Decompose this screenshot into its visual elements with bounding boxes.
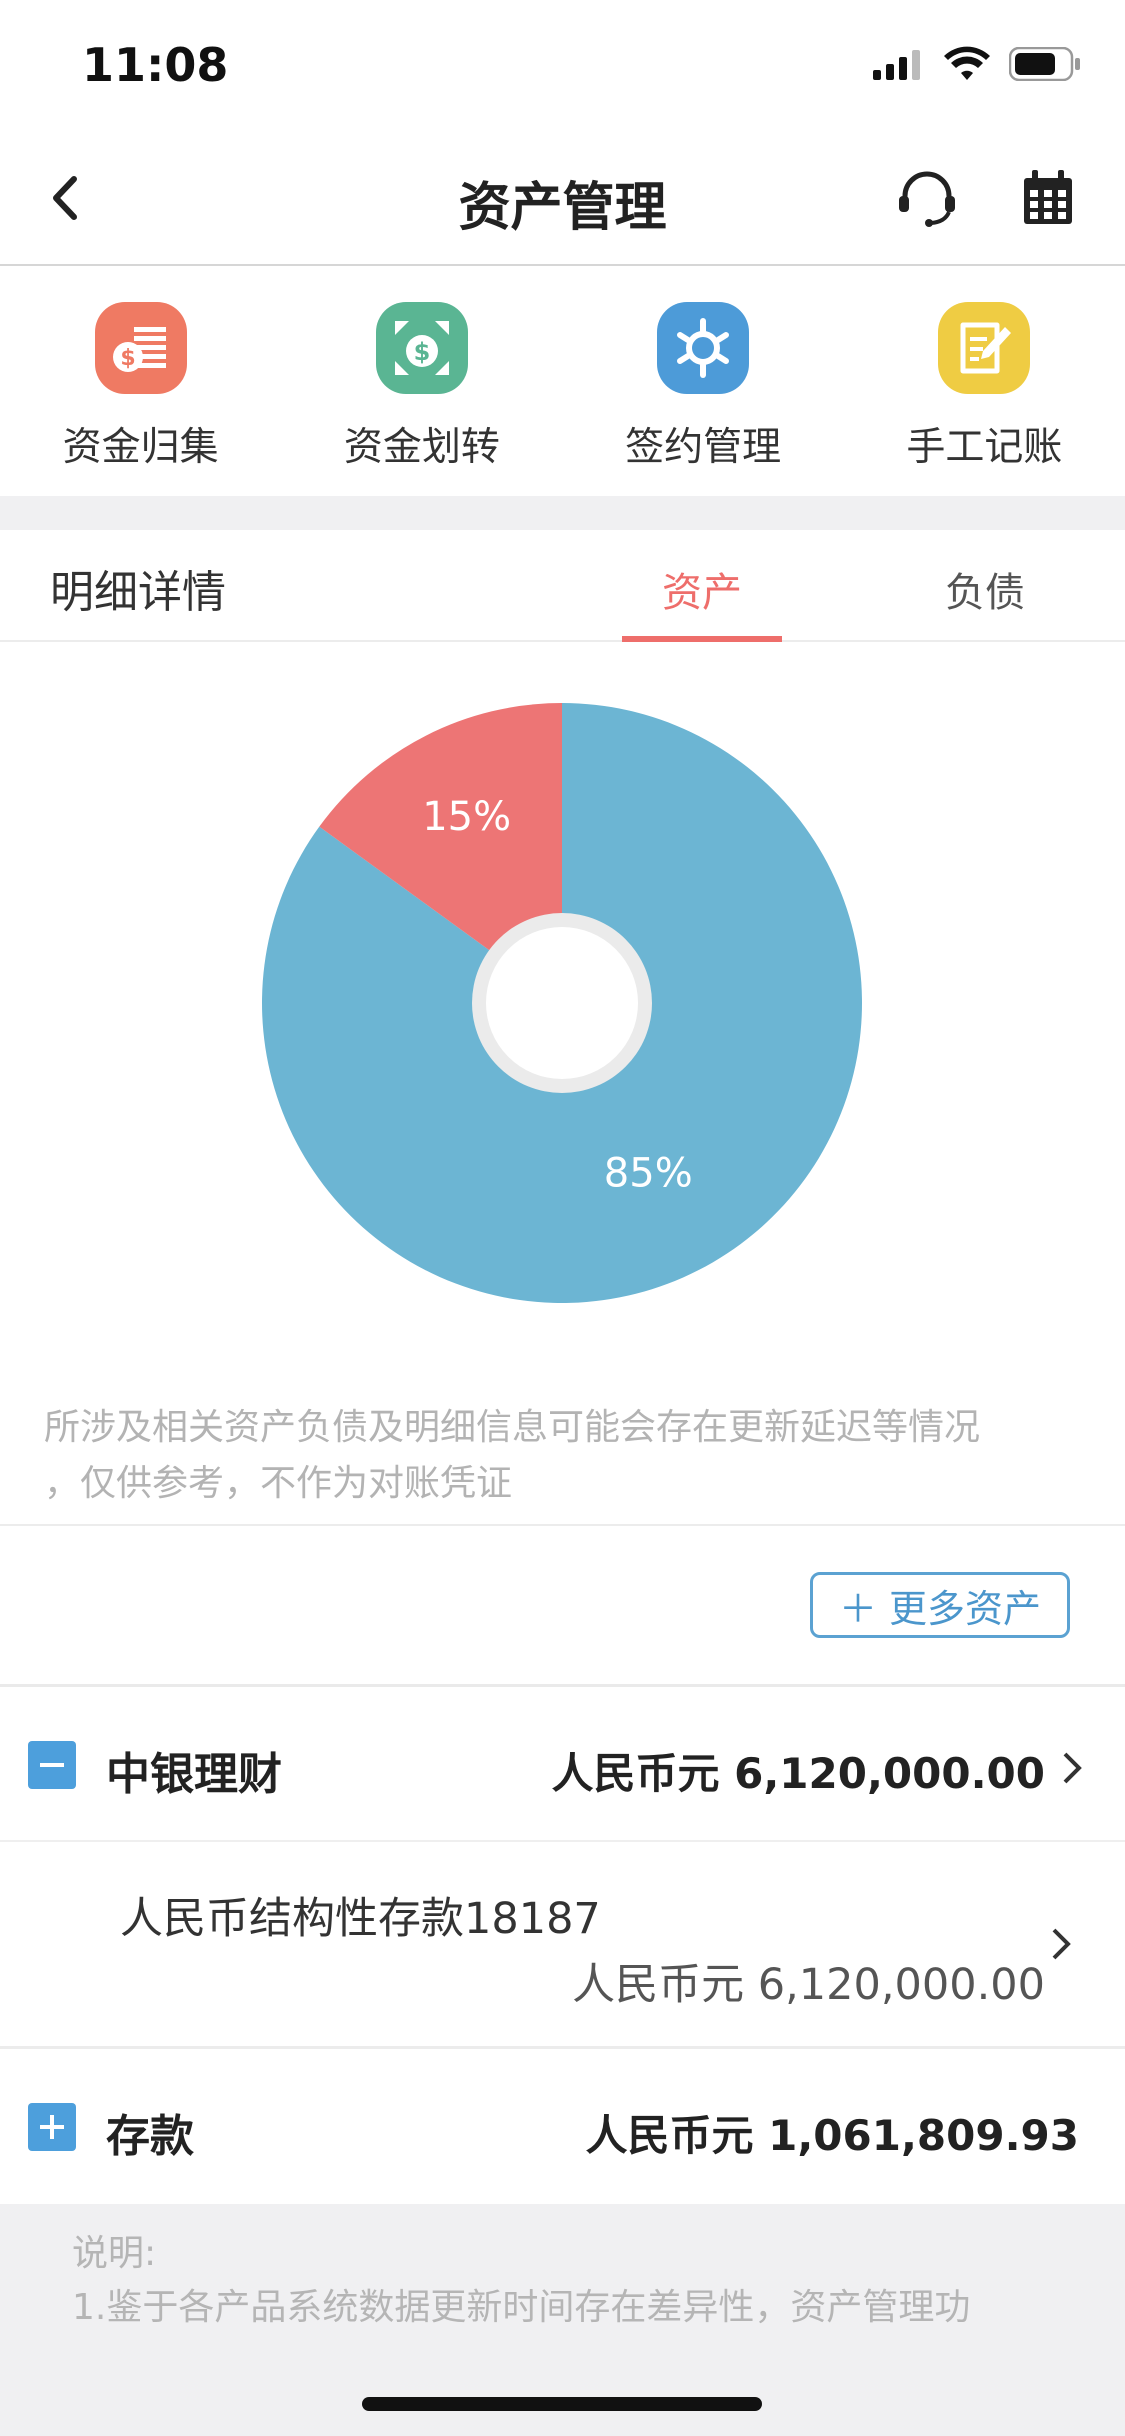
calendar-icon[interactable] — [1020, 168, 1076, 228]
action-label: 签约管理 — [625, 425, 782, 470]
signing-manage-icon — [657, 302, 750, 394]
group-amount: 人民币元 1,061,809.93 — [585, 2111, 1079, 2160]
svg-text:$: $ — [414, 338, 431, 366]
chevron-right-icon — [1063, 1752, 1082, 1784]
footer-text: 1.鉴于各产品系统数据更新时间存在差异性，资产管理功 — [72, 2287, 971, 2328]
pie-slice-label: 85% — [604, 1150, 693, 1196]
group-amount: 人民币元 6,120,000.00 — [551, 1749, 1045, 1798]
action-manual-bookkeeping[interactable]: 手工记账 — [844, 266, 1125, 496]
action-money-transfer[interactable]: $ 资金划转 — [281, 266, 562, 496]
quick-actions: $ 资金归集 $ 资金划转 签约管理 手工记账 — [0, 266, 1125, 496]
tab-assets[interactable]: 资产 — [622, 560, 782, 618]
collapse-icon[interactable] — [28, 1741, 76, 1789]
headset-icon[interactable] — [895, 166, 959, 230]
pie-slice-label: 15% — [422, 794, 511, 840]
chevron-right-icon[interactable] — [1048, 1924, 1074, 1964]
action-signing-manage[interactable]: 签约管理 — [563, 266, 844, 496]
action-label: 资金划转 — [343, 425, 500, 470]
detail-title: 明细详情 — [50, 567, 226, 618]
battery-icon — [1009, 47, 1080, 81]
disclaimer-note: 所涉及相关资产负债及明细信息可能会存在更新延迟等情况 ，仅供参考，不作为对账凭证 — [44, 1400, 1084, 1512]
divider — [0, 1524, 1125, 1526]
action-label: 手工记账 — [906, 425, 1063, 470]
tab-liabilities[interactable]: 负债 — [905, 560, 1065, 618]
item-name: 人民币结构性存款18187 — [120, 1894, 601, 1944]
status-time: 11:08 — [82, 38, 229, 92]
item-amount: 人民币元 6,120,000.00 — [572, 1960, 1045, 2010]
home-indicator[interactable] — [362, 2397, 762, 2411]
manual-bookkeeping-icon — [938, 302, 1031, 394]
action-money-collection[interactable]: $ 资金归集 — [0, 266, 281, 496]
signal-icon — [873, 50, 920, 80]
disclaimer-line-2: ，仅供参考，不作为对账凭证 — [44, 1463, 513, 1504]
status-icons — [873, 46, 1081, 82]
action-label: 资金归集 — [62, 425, 219, 470]
group-row-deposit[interactable]: 存款 人民币元 1,061,809.93 — [0, 2050, 1125, 2204]
group-name: 存款 — [106, 2111, 194, 2162]
wifi-icon — [944, 46, 990, 80]
group-row-wealth[interactable]: 中银理财 人民币元 6,120,000.00 — [0, 1690, 1125, 1840]
group-name: 中银理财 — [106, 1749, 282, 1800]
svg-text:$: $ — [120, 346, 135, 371]
footer-title: 说明: — [72, 2233, 157, 2274]
divider — [0, 1684, 1125, 1687]
pie-center-hole — [486, 927, 638, 1079]
divider — [0, 2046, 1125, 2049]
expand-icon[interactable] — [28, 2103, 76, 2151]
disclaimer-line-1: 所涉及相关资产负债及明细信息可能会存在更新延迟等情况 — [44, 1407, 981, 1448]
money-transfer-icon: $ — [375, 302, 468, 394]
asset-pie-chart: 85% 15% — [262, 703, 863, 1303]
section-gap — [0, 496, 1125, 530]
money-collection-icon: $ — [94, 302, 187, 394]
more-assets-button[interactable]: ＋ 更多资产 — [810, 1572, 1070, 1638]
